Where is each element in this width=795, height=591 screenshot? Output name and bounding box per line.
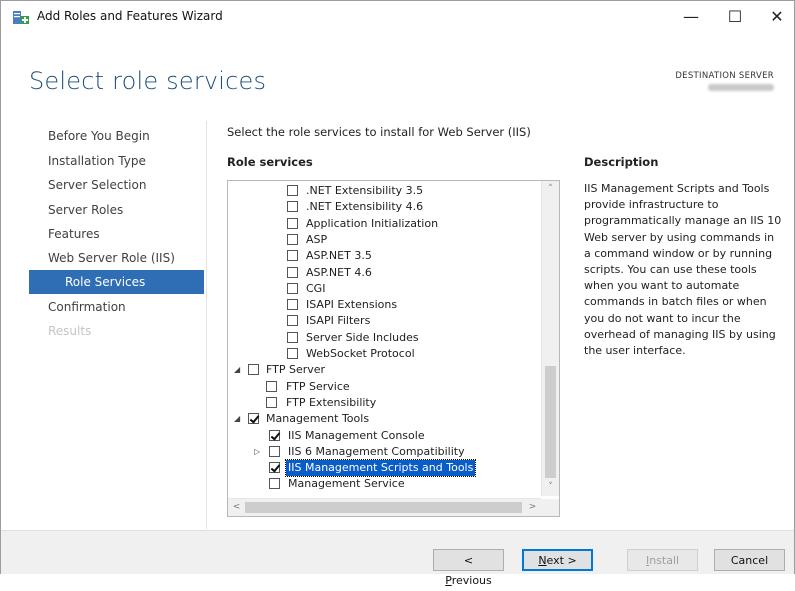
role-services-tree[interactable]: .NET Extensibility 3.5 .NET Extensibility… bbox=[227, 180, 560, 517]
nav-item-role-services[interactable]: Role Services bbox=[29, 270, 204, 294]
tree-checkbox[interactable] bbox=[287, 201, 298, 213]
tree-checkbox[interactable] bbox=[266, 396, 277, 408]
description-header: Description bbox=[584, 155, 659, 169]
minimize-button[interactable]: — bbox=[673, 5, 709, 29]
nav-item-server-roles[interactable]: Server Roles bbox=[48, 198, 123, 222]
tree-checkbox[interactable] bbox=[287, 266, 298, 278]
vertical-scrollbar[interactable]: ˄ ˅ bbox=[541, 181, 559, 496]
vertical-scroll-thumb[interactable] bbox=[545, 366, 556, 478]
destination-server-label: DESTINATION SERVER bbox=[675, 71, 774, 81]
collapse-arrow-icon[interactable]: ◢ bbox=[234, 411, 240, 427]
collapse-arrow-icon[interactable]: ◢ bbox=[234, 362, 240, 378]
tree-item-label[interactable]: Application Initialization bbox=[304, 216, 440, 232]
server-manager-app-icon bbox=[13, 11, 29, 24]
tree-checkbox[interactable] bbox=[269, 478, 280, 490]
maximize-button[interactable]: ☐ bbox=[717, 5, 753, 29]
wizard-window: Add Roles and Features Wizard — ☐ ✕ Sele… bbox=[0, 0, 795, 587]
horizontal-scroll-thumb[interactable] bbox=[245, 502, 522, 513]
scroll-right-icon[interactable]: > bbox=[524, 499, 541, 516]
tree-item-label[interactable]: .NET Extensibility 3.5 bbox=[304, 183, 425, 199]
tree-checkbox[interactable] bbox=[287, 331, 298, 343]
scroll-up-icon[interactable]: ˄ bbox=[542, 181, 559, 198]
tree-item-label[interactable]: ASP bbox=[304, 232, 329, 248]
nav-item-web-server-role[interactable]: Web Server Role (IIS) bbox=[48, 246, 175, 270]
tree-checkbox[interactable] bbox=[269, 429, 280, 441]
install-button: Install bbox=[627, 549, 698, 571]
nav-item-results: Results bbox=[48, 324, 92, 338]
tree-item-label[interactable]: ISAPI Extensions bbox=[304, 297, 399, 313]
tree-item-label[interactable]: WebSocket Protocol bbox=[304, 346, 417, 362]
tree-checkbox[interactable] bbox=[287, 282, 298, 294]
tree-checkbox[interactable] bbox=[287, 348, 298, 359]
destination-server-name-redacted bbox=[708, 84, 774, 91]
instruction-text: Select the role services to install for … bbox=[227, 125, 531, 139]
tree-item-label[interactable]: FTP Extensibility bbox=[284, 395, 378, 411]
tree-checkbox[interactable] bbox=[287, 217, 298, 229]
tree-checkbox[interactable] bbox=[287, 233, 298, 245]
page-title: Select role services bbox=[29, 67, 267, 95]
expand-arrow-icon[interactable]: ▷ bbox=[254, 444, 260, 460]
tree-item-label[interactable]: ASP.NET 3.5 bbox=[304, 248, 374, 264]
close-button[interactable]: ✕ bbox=[759, 5, 795, 29]
horizontal-scrollbar[interactable]: < > bbox=[228, 498, 541, 516]
previous-button[interactable]: < Previous bbox=[433, 549, 504, 587]
window-title: Add Roles and Features Wizard bbox=[37, 9, 223, 23]
tree-item-label[interactable]: CGI bbox=[304, 281, 327, 297]
role-services-header: Role services bbox=[227, 155, 313, 169]
tree-checkbox[interactable] bbox=[287, 315, 298, 327]
nav-divider bbox=[206, 121, 207, 529]
tree-item-label[interactable]: IIS Management Console bbox=[286, 428, 427, 444]
tree-checkbox[interactable] bbox=[287, 185, 298, 196]
tree-item-label[interactable]: IIS Management Scripts and Tools bbox=[284, 459, 477, 478]
scrollbar-corner bbox=[541, 499, 559, 516]
scroll-left-icon[interactable]: < bbox=[228, 499, 245, 516]
tree-checkbox[interactable] bbox=[269, 462, 280, 474]
tree-checkbox[interactable] bbox=[248, 413, 259, 425]
tree-item-label[interactable]: Management Tools bbox=[264, 411, 371, 427]
tree-item-label[interactable]: FTP Service bbox=[284, 379, 352, 395]
nav-item-confirmation[interactable]: Confirmation bbox=[48, 295, 126, 319]
tree-item-label[interactable]: Management Service bbox=[286, 476, 407, 492]
nav-item-before-you-begin[interactable]: Before You Begin bbox=[48, 124, 150, 148]
wizard-footer: < Previous Next > Install Cancel bbox=[1, 530, 794, 587]
tree-item-label[interactable]: Server Side Includes bbox=[304, 330, 421, 346]
tree-checkbox[interactable] bbox=[287, 250, 298, 262]
tree-item-label[interactable]: .NET Extensibility 4.6 bbox=[304, 199, 425, 215]
tree-checkbox[interactable] bbox=[269, 445, 280, 457]
tree-checkbox[interactable] bbox=[266, 380, 277, 392]
tree-checkbox[interactable] bbox=[248, 364, 259, 376]
nav-item-features[interactable]: Features bbox=[48, 222, 100, 246]
nav-item-installation-type[interactable]: Installation Type bbox=[48, 149, 146, 173]
description-text: IIS Management Scripts and Tools provide… bbox=[584, 182, 782, 358]
nav-item-server-selection[interactable]: Server Selection bbox=[48, 173, 146, 197]
tree-item-label[interactable]: ASP.NET 4.6 bbox=[304, 265, 374, 281]
cancel-button[interactable]: Cancel bbox=[714, 549, 785, 571]
next-button[interactable]: Next > bbox=[522, 549, 593, 571]
title-bar: Add Roles and Features Wizard — ☐ ✕ bbox=[1, 1, 794, 31]
scroll-down-icon[interactable]: ˅ bbox=[542, 479, 559, 496]
tree-item-label[interactable]: ISAPI Filters bbox=[304, 313, 372, 329]
tree-item-label[interactable]: FTP Server bbox=[264, 362, 327, 378]
tree-checkbox[interactable] bbox=[287, 299, 298, 311]
tree-item-label[interactable]: IIS 6 Management Compatibility bbox=[286, 444, 467, 460]
